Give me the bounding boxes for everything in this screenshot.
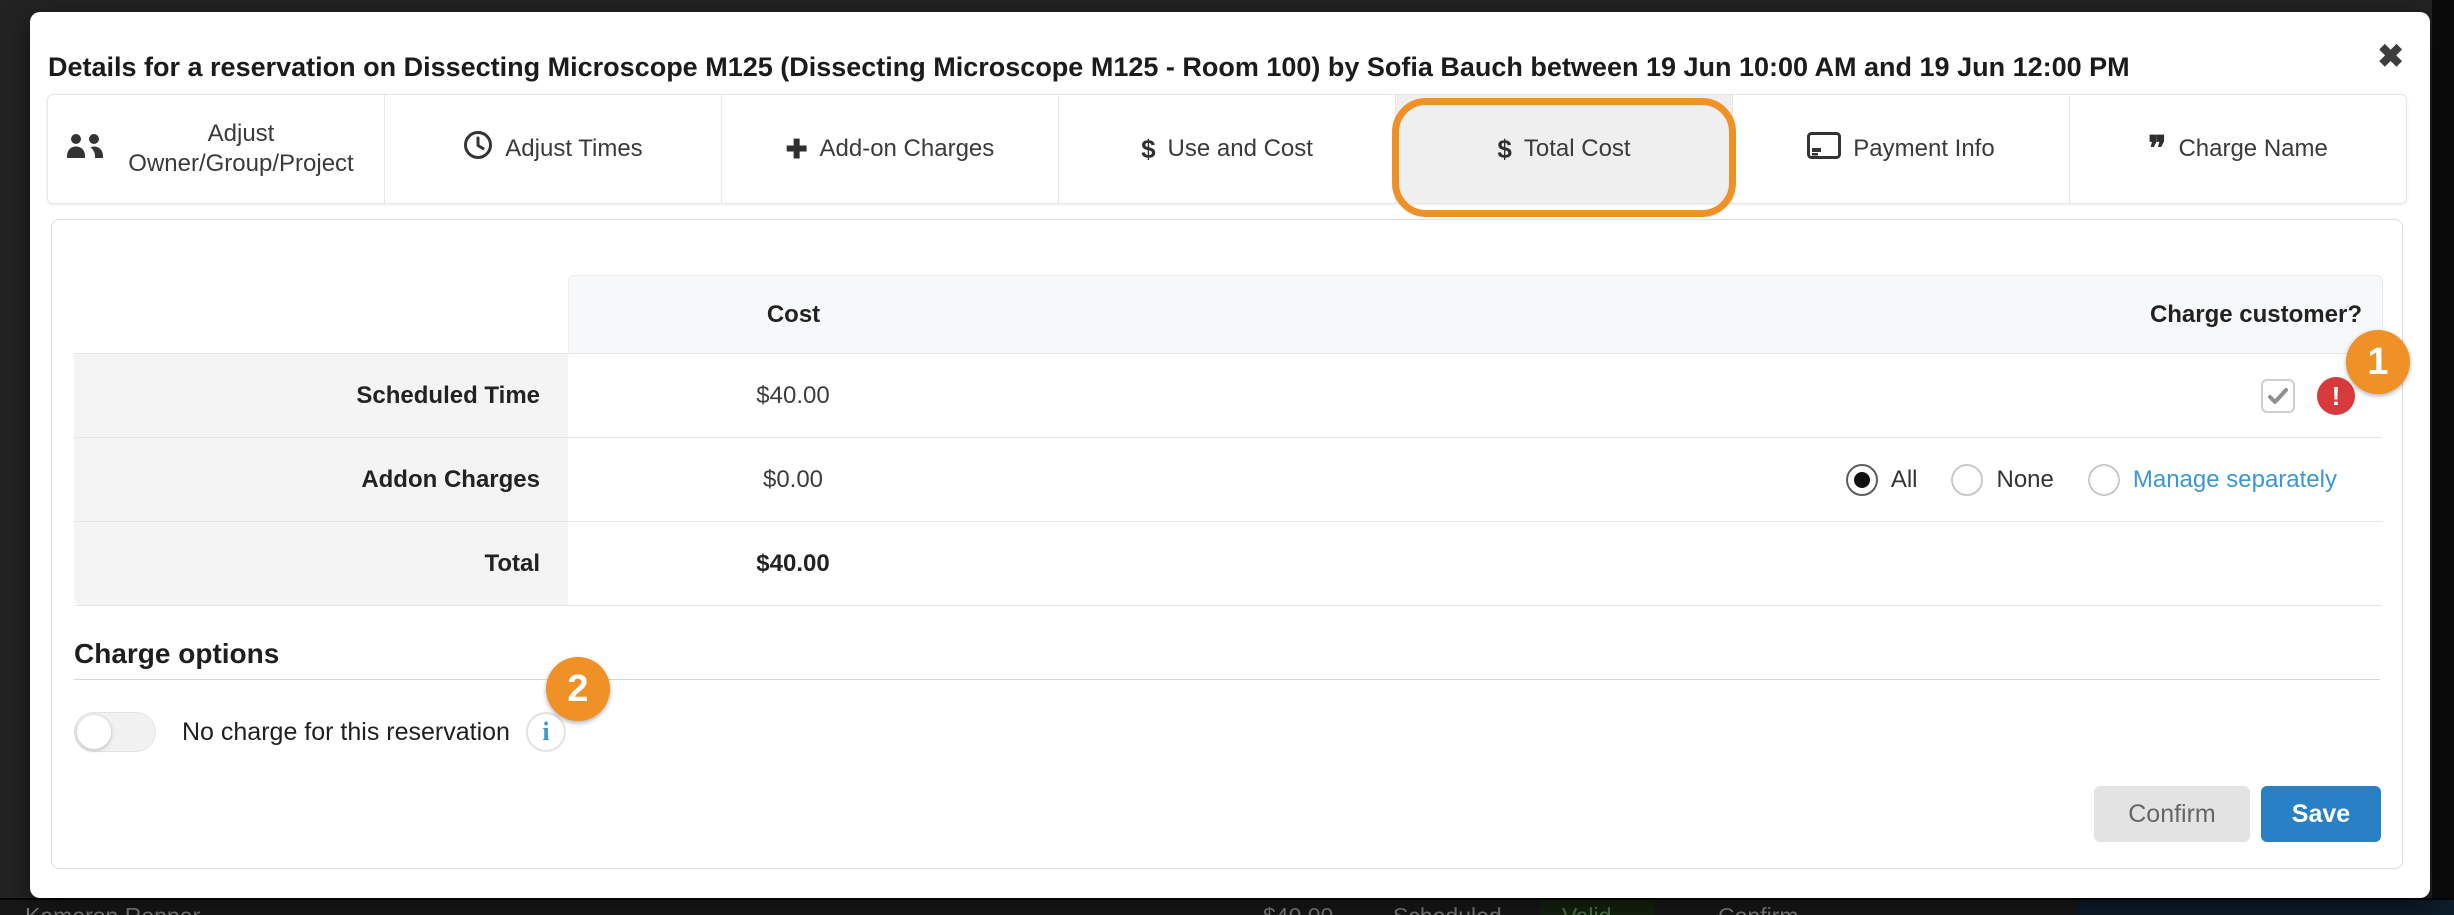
radio-option-none[interactable]: None [1951,464,2053,496]
scheduled-charge-cell: ! [1018,354,2383,437]
modal-tab-bar: Adjust Owner/Group/Project Adjust Times … [47,94,2407,204]
confirm-button[interactable]: Confirm [2094,786,2250,842]
charge-options-heading: Charge options [74,638,279,670]
tab-charge-name[interactable]: ❞ Charge Name [2070,95,2406,203]
tab-add-on-charges[interactable]: ✚ Add-on Charges [722,95,1059,203]
background-row-status: Scheduled [1393,903,1502,915]
row-label: Scheduled Time [74,354,568,437]
manage-separately-link[interactable]: Manage separately [2133,466,2337,494]
tab-payment-info[interactable]: Payment Info [1733,95,2070,203]
radio-label: All [1891,466,1918,494]
total-cost-value: $40.00 [568,522,1018,605]
total-cost-panel: Cost Charge customer? Scheduled Time $40… [51,219,2403,869]
plus-icon: ✚ [786,133,808,166]
radio-label: None [1996,466,2053,494]
total-charge-cell [1018,522,2383,605]
cost-table: Cost Charge customer? Scheduled Time $40… [74,275,2383,606]
credit-card-icon [1807,132,1841,167]
table-row-addon-charges: Addon Charges $0.00 All None [74,437,2383,521]
row-label: Total [74,522,568,605]
scheduled-time-cost: $40.00 [568,354,1018,437]
header-band: Cost Charge customer? [568,275,2383,353]
radio-option-manage-separately[interactable]: Manage separately [2088,464,2337,496]
radio-option-all[interactable]: All [1846,464,1918,496]
tab-adjust-owner-group-project[interactable]: Adjust Owner/Group/Project [48,95,385,203]
check-icon [2266,384,2290,408]
toggle-knob[interactable] [77,715,111,749]
no-charge-toggle-row: No charge for this reservation i [74,712,566,752]
overlay-right-edge [2432,0,2454,915]
radio-icon[interactable] [1846,464,1878,496]
screen: Kameron Renner $40.00 Scheduled Valid Co… [0,0,2454,915]
tab-label: Total Cost [1524,134,1631,164]
tab-label: Use and Cost [1168,134,1313,164]
tab-total-cost[interactable]: $ Total Cost [1396,95,1733,203]
error-exclamation-icon[interactable]: ! [2317,377,2355,415]
background-row-name: Kameron Renner [25,903,200,915]
dollar-icon: $ [1141,133,1155,166]
no-charge-label: No charge for this reservation [182,718,510,747]
dollar-icon: $ [1497,133,1511,166]
row-label: Addon Charges [74,438,568,521]
modal-title: Details for a reservation on Dissecting … [48,52,2340,83]
tab-label: Charge Name [2178,134,2327,164]
save-button[interactable]: Save [2261,786,2381,842]
cost-table-header-row: Cost Charge customer? [74,275,2383,353]
tab-adjust-times[interactable]: Adjust Times [385,95,722,203]
reservation-details-modal: Details for a reservation on Dissecting … [30,12,2430,898]
info-icon[interactable]: i [526,712,566,752]
radio-icon[interactable] [1951,464,1983,496]
annotation-badge-1: 1 [2346,330,2410,394]
no-charge-toggle[interactable] [74,712,156,752]
tab-label: Add-on Charges [820,134,995,164]
quote-right-icon: ❞ [2148,139,2166,159]
charge-customer-column-header: Charge customer? [1018,276,2382,353]
charge-customer-checkbox[interactable] [2261,379,2295,413]
background-row-cost: $40.00 [1263,903,1333,915]
close-icon[interactable]: ✖ [2377,40,2404,72]
tab-use-and-cost[interactable]: $ Use and Cost [1059,95,1396,203]
addon-charges-cost: $0.00 [568,438,1018,521]
background-row-validity: Valid [1562,903,1611,915]
users-icon [66,130,104,168]
radio-icon[interactable] [2088,464,2120,496]
clock-icon [463,130,493,168]
tab-label: Adjust Times [505,134,642,164]
tab-label: Adjust Owner/Group/Project [116,119,366,179]
tab-label: Payment Info [1853,134,1994,164]
cost-column-header: Cost [569,276,1018,353]
addon-charge-options: All None Manage separately [1018,438,2383,521]
background-teal-block [2078,900,2454,915]
background-row-action: Confirm [1718,903,1799,915]
section-divider [74,679,2380,680]
action-buttons: Confirm Save [2094,786,2381,842]
header-spacer-cell [74,275,568,353]
background-table-row: Kameron Renner $40.00 Scheduled Valid Co… [0,898,2454,915]
table-row-scheduled-time: Scheduled Time $40.00 ! [74,353,2383,437]
background-row-dash: – [1868,903,1881,915]
annotation-badge-2: 2 [546,657,610,721]
table-row-total: Total $40.00 [74,521,2383,605]
